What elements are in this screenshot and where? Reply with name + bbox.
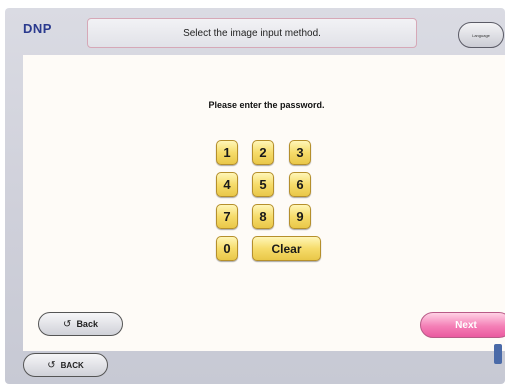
back-button[interactable]: ↺ Back [38, 312, 123, 336]
password-prompt: Please enter the password. [208, 100, 325, 110]
next-button-label: Next [455, 319, 477, 331]
key-9[interactable]: 9 [289, 204, 311, 229]
corner-indicator [494, 344, 502, 364]
dnp-logo: DNP [23, 21, 52, 36]
circular-arrow-icon: ↺ [63, 318, 72, 330]
language-button-label: Language [472, 32, 490, 38]
key-1[interactable]: 1 [216, 140, 238, 165]
password-panel: Please enter the password. 1 2 3 4 5 6 7… [23, 55, 505, 351]
footer-back-label: BACK [60, 360, 84, 370]
key-8[interactable]: 8 [252, 204, 274, 229]
circular-arrow-icon: ↺ [47, 359, 56, 371]
key-6[interactable]: 6 [289, 172, 311, 197]
key-3[interactable]: 3 [289, 140, 311, 165]
key-7[interactable]: 7 [216, 204, 238, 229]
key-5[interactable]: 5 [252, 172, 274, 197]
key-4[interactable]: 4 [216, 172, 238, 197]
footer-back-button[interactable]: ↺ BACK [23, 353, 108, 377]
kiosk-screen: DNP Select the image input method. Langu… [5, 8, 505, 384]
back-button-label: Back [76, 319, 98, 329]
next-button[interactable]: Next [420, 312, 505, 338]
clear-button[interactable]: Clear [252, 236, 321, 261]
key-2[interactable]: 2 [252, 140, 274, 165]
page-title: Select the image input method. [87, 18, 417, 48]
language-button[interactable]: Language [458, 22, 504, 48]
key-0[interactable]: 0 [216, 236, 238, 261]
page-title-text: Select the image input method. [183, 27, 321, 39]
